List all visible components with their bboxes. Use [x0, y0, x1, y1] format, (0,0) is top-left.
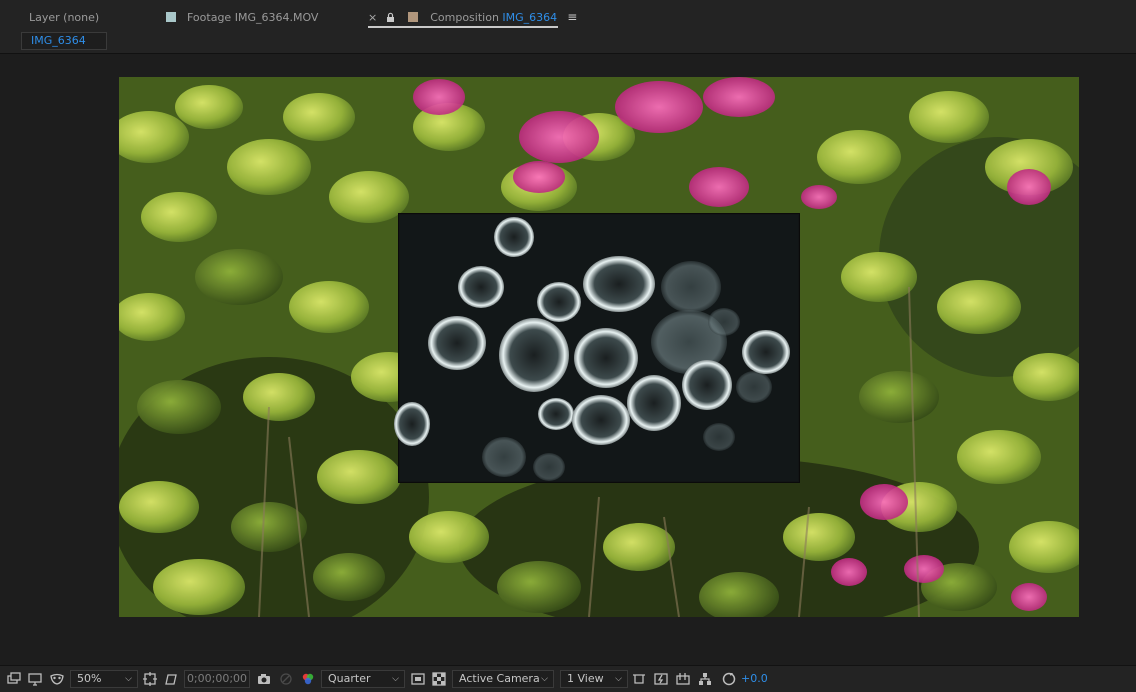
tab-composition[interactable]: × Composition IMG_6364 ≡: [368, 9, 577, 25]
tab-composition-prefix: Composition: [430, 10, 499, 24]
chevron-down-icon: ⌵: [541, 674, 548, 684]
chevron-down-icon: ⌵: [392, 674, 399, 684]
resolution-value: Quarter: [328, 672, 371, 685]
fit-frame-icon[interactable]: [142, 671, 158, 687]
composition-label-color-swatch: [408, 12, 419, 22]
camera-dropdown[interactable]: Active Camera ⌵: [452, 670, 554, 688]
footage-image: [119, 77, 1079, 617]
transparency-grid-toggle-icon[interactable]: [431, 671, 447, 687]
flowchart-icon[interactable]: [697, 671, 713, 687]
lock-icon[interactable]: [385, 12, 396, 23]
tab-layer[interactable]: Layer (none): [29, 9, 99, 25]
show-snapshot-icon[interactable]: [278, 671, 294, 687]
monitor-icon[interactable]: [27, 671, 43, 687]
chevron-down-icon: ⌵: [125, 674, 132, 684]
close-icon[interactable]: ×: [368, 11, 377, 24]
view-layout-dropdown[interactable]: 1 View ⌵: [560, 670, 628, 688]
inset-microscope-image: [394, 213, 800, 483]
composition-frame[interactable]: [119, 77, 1079, 617]
region-of-interest-icon[interactable]: [410, 671, 426, 687]
composition-viewer[interactable]: [0, 55, 1136, 665]
mask-icon[interactable]: [49, 671, 65, 687]
active-tab-indicator: [368, 26, 558, 28]
fast-previews-icon[interactable]: [653, 671, 669, 687]
composition-breadcrumb[interactable]: IMG_6364: [21, 32, 107, 50]
resolution-dropdown[interactable]: Quarter ⌵: [321, 670, 405, 688]
current-time-display[interactable]: 0;00;00;00: [184, 670, 250, 688]
exposure-value[interactable]: +0.0: [741, 672, 768, 685]
chevron-down-icon: ⌵: [615, 674, 622, 684]
tab-layer-label: Layer (none): [29, 10, 100, 24]
transparency-grid-icon[interactable]: [163, 671, 179, 687]
color-channels-icon[interactable]: [300, 671, 316, 687]
viewer-toolbar: 50% ⌵ 0;00;00;00 Quarter ⌵ Active Camera…: [0, 665, 1136, 692]
composition-navigator-bar: IMG_6364: [0, 30, 1136, 54]
panel-menu-icon[interactable]: ≡: [567, 10, 577, 24]
zoom-value: 50%: [77, 672, 102, 685]
tab-footage[interactable]: Footage IMG_6364.MOV: [166, 9, 318, 25]
footage-label-color-swatch: [166, 12, 176, 22]
reset-exposure-icon[interactable]: [721, 671, 737, 687]
tab-footage-name: IMG_6364.MOV: [234, 10, 319, 24]
zoom-dropdown[interactable]: 50% ⌵: [70, 670, 138, 688]
always-preview-icon[interactable]: [6, 671, 22, 687]
tab-composition-name: IMG_6364: [502, 10, 558, 24]
panel-tab-bar: Layer (none) Footage IMG_6364.MOV × Comp…: [0, 0, 1136, 30]
tab-footage-prefix: Footage: [187, 10, 232, 24]
camera-snapshot-icon[interactable]: [256, 671, 272, 687]
toggle-pixel-aspect-icon[interactable]: [631, 671, 647, 687]
timeline-icon[interactable]: [675, 671, 691, 687]
camera-value: Active Camera: [459, 672, 540, 685]
view-layout-value: 1 View: [567, 672, 604, 685]
